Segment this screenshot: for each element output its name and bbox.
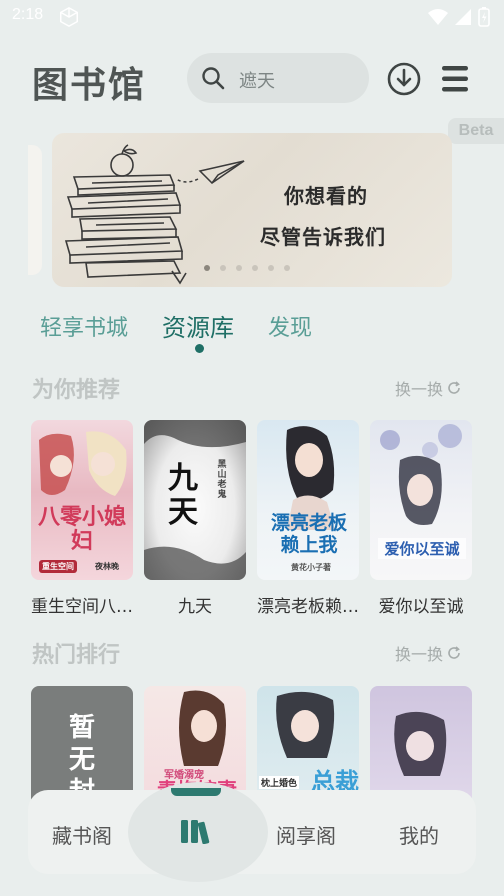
search-placeholder: 遮天 bbox=[239, 71, 275, 92]
page-title: 图书馆 bbox=[32, 65, 147, 106]
refresh-icon bbox=[448, 646, 460, 659]
book-card[interactable]: 八零小媳妇 重生空间 夜林晚 重生空间八… bbox=[31, 420, 133, 617]
book-title: 爱你以至诚 bbox=[378, 597, 464, 617]
search-input[interactable]: 遮天 bbox=[187, 53, 369, 103]
carousel-dot bbox=[220, 265, 226, 271]
status-bar: 2:18 bbox=[0, 0, 504, 34]
carousel-dot bbox=[236, 265, 242, 271]
cover-author: 黑山老鬼 bbox=[217, 460, 227, 500]
book-title: 重生空间八… bbox=[31, 597, 133, 617]
tab-discover[interactable]: 发现 bbox=[268, 310, 312, 342]
active-tab-indicator bbox=[195, 344, 204, 353]
nav-item-reading[interactable]: 阅享阁 bbox=[276, 820, 336, 849]
ranking-refresh-button[interactable]: 换一换 bbox=[395, 641, 461, 665]
status-indicators bbox=[428, 7, 490, 27]
download-icon[interactable] bbox=[386, 61, 422, 97]
status-time: 2:18 bbox=[12, 6, 44, 23]
books-illustration bbox=[64, 144, 245, 285]
section-title-recommend: 为你推荐 bbox=[32, 378, 121, 403]
banner-carousel[interactable]: 你想看的 尽管告诉我们 bbox=[52, 133, 452, 287]
cover-art bbox=[39, 431, 127, 496]
carousel-dot bbox=[204, 265, 210, 271]
banner-prev-slide[interactable] bbox=[28, 145, 42, 275]
nav-item-collection[interactable]: 藏书阁 bbox=[52, 820, 112, 849]
beta-badge[interactable]: Beta bbox=[448, 118, 504, 144]
book-card[interactable]: 漂亮老板赖上我 黄花小子著 漂亮老板赖… bbox=[257, 420, 359, 617]
refresh-label: 换一换 bbox=[395, 380, 444, 399]
book-cover: 爱你以至诚 bbox=[370, 420, 472, 580]
tab-resource-library[interactable]: 资源库 bbox=[162, 308, 234, 343]
cover-title: 爱你以至诚 bbox=[378, 538, 466, 559]
book-title: 九天 bbox=[178, 597, 212, 617]
section-title-ranking: 热门排行 bbox=[32, 643, 121, 668]
menu-icon[interactable] bbox=[441, 64, 469, 94]
bookshelf-icon[interactable] bbox=[180, 818, 214, 844]
nav-active-indicator bbox=[171, 788, 221, 796]
refresh-icon bbox=[448, 381, 460, 394]
cover-badge: 重生空间 bbox=[39, 560, 77, 573]
cover-subtitle: 枕上婚色 bbox=[259, 776, 300, 789]
refresh-label: 换一换 bbox=[395, 645, 444, 664]
carousel-indicator bbox=[204, 265, 290, 271]
book-cover: 八零小媳妇 重生空间 夜林晚 bbox=[31, 420, 133, 580]
bottom-navigation: 藏书阁 阅享阁 我的 bbox=[28, 782, 476, 882]
carousel-dot bbox=[252, 265, 258, 271]
cover-art bbox=[286, 426, 335, 530]
cover-author: 黄花小子著 bbox=[291, 563, 331, 572]
book-cover: 漂亮老板赖上我 黄花小子著 bbox=[257, 420, 359, 580]
signal-icon bbox=[455, 9, 471, 25]
cover-author: 夜林晚 bbox=[95, 562, 119, 571]
cover-title: 九天 bbox=[168, 461, 198, 530]
nav-item-profile[interactable]: 我的 bbox=[399, 820, 439, 849]
book-card[interactable]: 九天 黑山老鬼 九天 bbox=[144, 420, 246, 617]
cube-icon bbox=[60, 6, 78, 28]
battery-icon bbox=[478, 7, 490, 27]
wifi-icon bbox=[428, 9, 448, 25]
book-cover: 九天 黑山老鬼 bbox=[144, 420, 246, 580]
book-title: 漂亮老板赖… bbox=[257, 597, 359, 617]
cover-title: 八零小媳妇 bbox=[37, 505, 126, 554]
recommend-refresh-button[interactable]: 换一换 bbox=[395, 376, 461, 400]
carousel-dot bbox=[268, 265, 274, 271]
book-card[interactable]: 爱你以至诚 爱你以至诚 bbox=[370, 420, 472, 617]
carousel-dot bbox=[284, 265, 290, 271]
banner-headline: 你想看的 bbox=[284, 184, 368, 208]
cover-title: 漂亮老板赖上我 bbox=[270, 512, 347, 556]
tab-light-bookstore[interactable]: 轻享书城 bbox=[40, 310, 128, 342]
banner-subline: 尽管告诉我们 bbox=[260, 225, 386, 249]
search-icon bbox=[202, 67, 225, 90]
